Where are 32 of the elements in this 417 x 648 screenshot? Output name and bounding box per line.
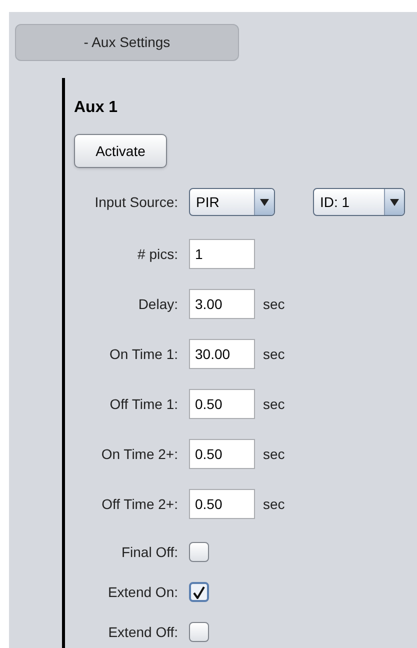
input-field[interactable]: 3.00 <box>189 289 255 319</box>
field-label: Input Source: <box>94 192 178 212</box>
dropdown[interactable]: PIR <box>189 188 275 216</box>
checkbox[interactable] <box>189 622 209 642</box>
field-label: Off Time 1: <box>108 394 178 414</box>
unit-label: sec <box>263 494 285 514</box>
unit-label: sec <box>263 444 285 464</box>
input-field[interactable]: 0.50 <box>189 489 255 519</box>
unit-label: sec <box>263 344 285 364</box>
checkbox[interactable] <box>189 542 209 562</box>
field-label: Off Time 2+: <box>100 494 178 514</box>
dropdown[interactable]: ID: 1 <box>313 188 405 216</box>
caret-icon <box>384 189 404 215</box>
checkbox-label: Extend On: <box>106 582 178 602</box>
section-toggle-button[interactable]: - Aux Settings <box>15 24 239 61</box>
unit-label: sec <box>263 294 285 314</box>
activate-button[interactable]: Activate <box>74 134 167 168</box>
caret-icon <box>254 189 274 215</box>
input-field[interactable]: 0.50 <box>189 439 255 469</box>
input-field[interactable]: 0.50 <box>189 389 255 419</box>
checkmark-icon <box>193 586 205 598</box>
checkbox[interactable] <box>189 582 209 602</box>
input-field[interactable]: 30.00 <box>189 339 255 369</box>
unit-label: sec <box>263 394 285 414</box>
checkbox-label: Extend Off: <box>107 622 178 642</box>
field-label: On Time 1: <box>108 344 178 364</box>
field-label: On Time 2+: <box>100 444 178 464</box>
field-label: Delay: <box>137 294 178 314</box>
aux-title: Aux 1 <box>74 98 118 118</box>
checkbox-label: Final Off: <box>120 542 178 562</box>
input-field[interactable]: 1 <box>189 239 255 269</box>
field-label: # pics: <box>136 244 178 264</box>
